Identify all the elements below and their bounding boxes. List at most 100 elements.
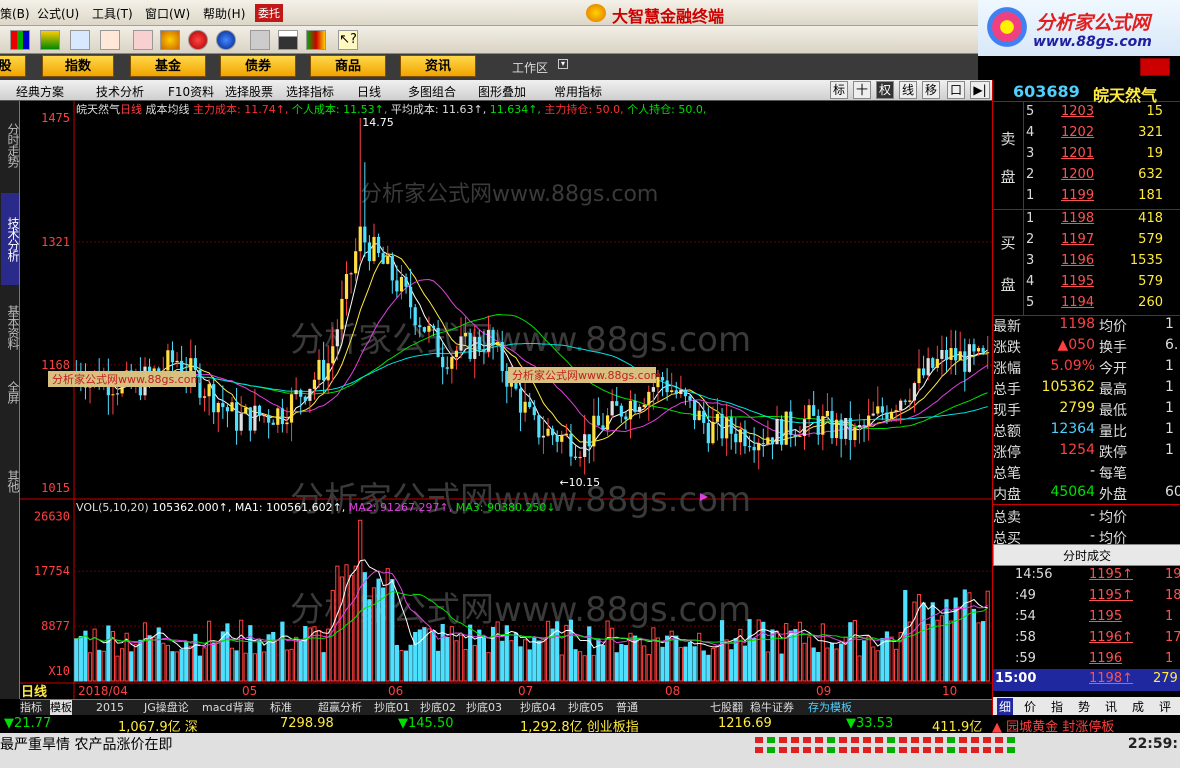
window-controls[interactable] bbox=[1140, 58, 1170, 76]
classic-scheme-button[interactable]: 经典方案 bbox=[16, 83, 64, 100]
template-tab[interactable]: 抄底02 bbox=[420, 700, 456, 715]
template-tab[interactable]: macd背离 bbox=[202, 700, 255, 715]
f10-button[interactable]: F10资料 bbox=[168, 83, 214, 100]
overlay-button[interactable]: 图形叠加 bbox=[478, 83, 526, 100]
template-tab[interactable]: JG操盘论 bbox=[144, 700, 189, 715]
template-tab[interactable]: 稳牛证券 bbox=[750, 700, 794, 715]
kline-chart[interactable]: 分析家公式网www.88gs.com 分析家公式网www.88gs.com 分析家公… bbox=[20, 101, 992, 699]
news-ticker[interactable]: 最严重旱情 农产品涨价在即 bbox=[0, 734, 172, 754]
cat-commodity[interactable]: 商品 bbox=[310, 55, 386, 77]
right-tab[interactable]: 势 bbox=[1078, 698, 1090, 715]
order-price[interactable]: 1194 bbox=[1061, 295, 1094, 310]
multi-chart-button[interactable]: 多图组合 bbox=[408, 83, 456, 100]
help-pointer-icon[interactable]: ↖? bbox=[338, 30, 358, 50]
workspace-dropdown-icon[interactable]: ▾ bbox=[558, 59, 568, 69]
volume-bar bbox=[523, 639, 528, 682]
template-tab[interactable]: 超赢分析 bbox=[318, 700, 362, 715]
play-end-button[interactable]: ▶| bbox=[970, 81, 990, 99]
menu-help[interactable]: 帮助(H) bbox=[203, 5, 245, 22]
order-price[interactable]: 1199 bbox=[1061, 188, 1094, 203]
window-mode-button[interactable]: 口 bbox=[947, 81, 965, 99]
candle-body bbox=[706, 422, 710, 444]
menu-tools[interactable]: 工具(T) bbox=[92, 5, 133, 22]
window-icon[interactable] bbox=[278, 30, 298, 50]
candle-body bbox=[518, 388, 523, 413]
tab-technical[interactable]: 技术分析 bbox=[1, 193, 20, 285]
menu-window[interactable]: 窗口(W) bbox=[145, 5, 190, 22]
ticks-title[interactable]: 分时成交 bbox=[993, 544, 1180, 566]
line-button[interactable]: 线 bbox=[899, 81, 917, 99]
tab-fundamentals[interactable]: 基本资料 bbox=[1, 289, 20, 364]
move-button[interactable]: 移 bbox=[922, 81, 940, 99]
order-volume: 260 bbox=[1138, 295, 1163, 310]
template-tab[interactable]: 标准 bbox=[270, 700, 292, 715]
diamond-icon[interactable] bbox=[160, 30, 180, 50]
volume-bar bbox=[367, 599, 372, 682]
order-price[interactable]: 1201 bbox=[1061, 146, 1094, 161]
right-tab[interactable]: 细 bbox=[997, 698, 1014, 715]
template-tab[interactable]: 2015 bbox=[96, 700, 124, 715]
menu-strategy[interactable]: 策(B) bbox=[0, 5, 30, 22]
order-price[interactable]: 1196 bbox=[1061, 253, 1094, 268]
crosshair-button[interactable]: 十 bbox=[853, 81, 871, 99]
workspace-label[interactable]: 工作区 bbox=[512, 59, 548, 76]
template-tab[interactable]: 存为模板 bbox=[808, 700, 852, 715]
cat-fund[interactable]: 基金 bbox=[130, 55, 206, 77]
template-tab[interactable]: 指标 bbox=[20, 700, 42, 715]
right-tab[interactable]: 价 bbox=[1024, 698, 1036, 715]
cat-bond[interactable]: 债券 bbox=[220, 55, 296, 77]
blue-circle-icon[interactable] bbox=[216, 30, 236, 50]
period-button[interactable]: 日线 bbox=[357, 83, 381, 100]
tab-intraday[interactable]: 分时走势 bbox=[1, 107, 20, 182]
template-tab[interactable]: 抄底03 bbox=[466, 700, 502, 715]
order-volume: 632 bbox=[1138, 167, 1163, 182]
binoculars-icon[interactable] bbox=[70, 30, 90, 50]
order-divider bbox=[1023, 102, 1024, 315]
people-icon[interactable] bbox=[100, 30, 120, 50]
template-tab[interactable]: 模板 bbox=[50, 700, 72, 715]
order-price[interactable]: 1203 bbox=[1061, 104, 1094, 119]
right-tab[interactable]: 评 bbox=[1159, 698, 1171, 715]
market-icon[interactable] bbox=[40, 30, 60, 50]
quote-board-icon[interactable] bbox=[10, 30, 30, 50]
volume-bar bbox=[348, 575, 354, 682]
menu-formula[interactable]: 公式(U) bbox=[37, 5, 79, 22]
red-circle-icon[interactable] bbox=[188, 30, 208, 50]
flag-icon[interactable] bbox=[133, 30, 153, 50]
tick-price: 1196 bbox=[1089, 651, 1123, 666]
order-price[interactable]: 1198 bbox=[1061, 211, 1094, 226]
mark-button[interactable]: 标 bbox=[830, 81, 848, 99]
template-tab[interactable]: 抄底05 bbox=[568, 700, 604, 715]
cat-stock[interactable]: 股 bbox=[0, 55, 26, 77]
brand-logo-icon bbox=[586, 4, 606, 22]
order-price[interactable]: 1200 bbox=[1061, 167, 1094, 182]
candle-body bbox=[551, 428, 555, 436]
cat-index[interactable]: 指数 bbox=[42, 55, 114, 77]
cat-news[interactable]: 资讯 bbox=[400, 55, 476, 77]
print-icon[interactable] bbox=[250, 30, 270, 50]
right-tab[interactable]: 指 bbox=[1051, 698, 1063, 715]
period-label[interactable]: 日线 bbox=[21, 681, 47, 700]
volume-bar bbox=[252, 653, 258, 682]
template-tab[interactable]: 普通 bbox=[616, 700, 638, 715]
flower-logo-icon bbox=[984, 4, 1030, 50]
clock: 22:59: bbox=[1127, 736, 1178, 752]
order-price[interactable]: 1202 bbox=[1061, 125, 1094, 140]
tech-analysis-button[interactable]: 技术分析 bbox=[96, 83, 144, 100]
right-tab[interactable]: 讯 bbox=[1105, 698, 1117, 715]
order-price[interactable]: 1197 bbox=[1061, 232, 1094, 247]
select-indicator-button[interactable]: 选择指标 bbox=[286, 83, 334, 100]
template-tab[interactable]: 抄底01 bbox=[374, 700, 410, 715]
rights-button[interactable]: 权 bbox=[876, 81, 894, 99]
template-tab[interactable]: 抄底04 bbox=[520, 700, 556, 715]
template-tab[interactable]: 七股翻 bbox=[710, 700, 743, 715]
order-price[interactable]: 1195 bbox=[1061, 274, 1094, 289]
tab-other[interactable]: 其他 bbox=[1, 461, 20, 501]
weituo-button[interactable]: 委托 bbox=[255, 4, 283, 22]
common-indicators-button[interactable]: 常用指标 bbox=[554, 83, 602, 100]
select-stock-button[interactable]: 选择股票 bbox=[225, 83, 273, 100]
bars-icon[interactable] bbox=[306, 30, 326, 50]
right-tab[interactable]: 成 bbox=[1132, 698, 1144, 715]
volume-bar bbox=[935, 619, 940, 682]
tab-fullscreen[interactable]: 全屏 bbox=[1, 373, 20, 411]
